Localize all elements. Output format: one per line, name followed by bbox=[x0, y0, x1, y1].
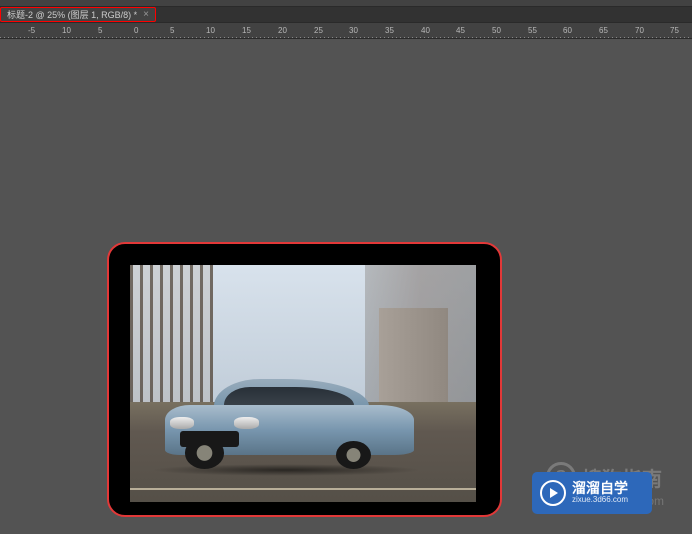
canvas-image bbox=[130, 265, 476, 502]
ruler-tick: 20 bbox=[278, 26, 287, 35]
horizontal-ruler[interactable]: -5105051015202530354045505560657075 bbox=[0, 22, 692, 39]
ruler-tick: 10 bbox=[62, 26, 71, 35]
liuliu-sub: zixue.3d66.com bbox=[572, 496, 628, 505]
ruler-tick: 70 bbox=[635, 26, 644, 35]
ruler-tick: 55 bbox=[528, 26, 537, 35]
ruler-tick: 35 bbox=[385, 26, 394, 35]
image-car-headlight-left bbox=[170, 417, 195, 429]
watermark-liuliu-text: 溜溜自学 zixue.3d66.com bbox=[572, 481, 628, 505]
canvas-area[interactable]: S 搜狗指南 zhinan.sogou.com 溜溜自学 zixue.3d66.… bbox=[0, 39, 692, 534]
image-car-headlight-right bbox=[234, 417, 259, 429]
ruler-tick: 10 bbox=[206, 26, 215, 35]
ruler-tick: 65 bbox=[599, 26, 608, 35]
ruler-tick: 15 bbox=[242, 26, 251, 35]
document-tab-title: 标题-2 @ 25% (图层 1, RGB/8) * bbox=[7, 8, 137, 21]
image-car-wheel-front bbox=[185, 437, 225, 469]
ruler-tick: 50 bbox=[492, 26, 501, 35]
ruler-tick: -5 bbox=[28, 26, 35, 35]
image-car-wheel-rear bbox=[336, 441, 371, 469]
document-tab[interactable]: 标题-2 @ 25% (图层 1, RGB/8) * × bbox=[0, 7, 156, 22]
liuliu-main: 溜溜自学 bbox=[572, 481, 628, 496]
close-icon[interactable]: × bbox=[143, 9, 149, 20]
ruler-tick: 30 bbox=[349, 26, 358, 35]
image-car bbox=[165, 369, 414, 469]
ruler-tick: 75 bbox=[670, 26, 679, 35]
play-icon bbox=[540, 480, 566, 506]
selection-frame[interactable] bbox=[107, 242, 502, 517]
ruler-tick: 5 bbox=[170, 26, 174, 35]
app-top-bar bbox=[0, 0, 692, 7]
watermark-liuliu: 溜溜自学 zixue.3d66.com bbox=[532, 472, 652, 514]
ruler-tick: 0 bbox=[134, 26, 138, 35]
ruler-tick: 5 bbox=[98, 26, 102, 35]
ruler-tick: 60 bbox=[563, 26, 572, 35]
ruler-tick: 45 bbox=[456, 26, 465, 35]
image-road-line bbox=[130, 488, 476, 490]
ruler-tick: 40 bbox=[421, 26, 430, 35]
document-tab-bar: 标题-2 @ 25% (图层 1, RGB/8) * × bbox=[0, 7, 692, 22]
ruler-tick: 25 bbox=[314, 26, 323, 35]
